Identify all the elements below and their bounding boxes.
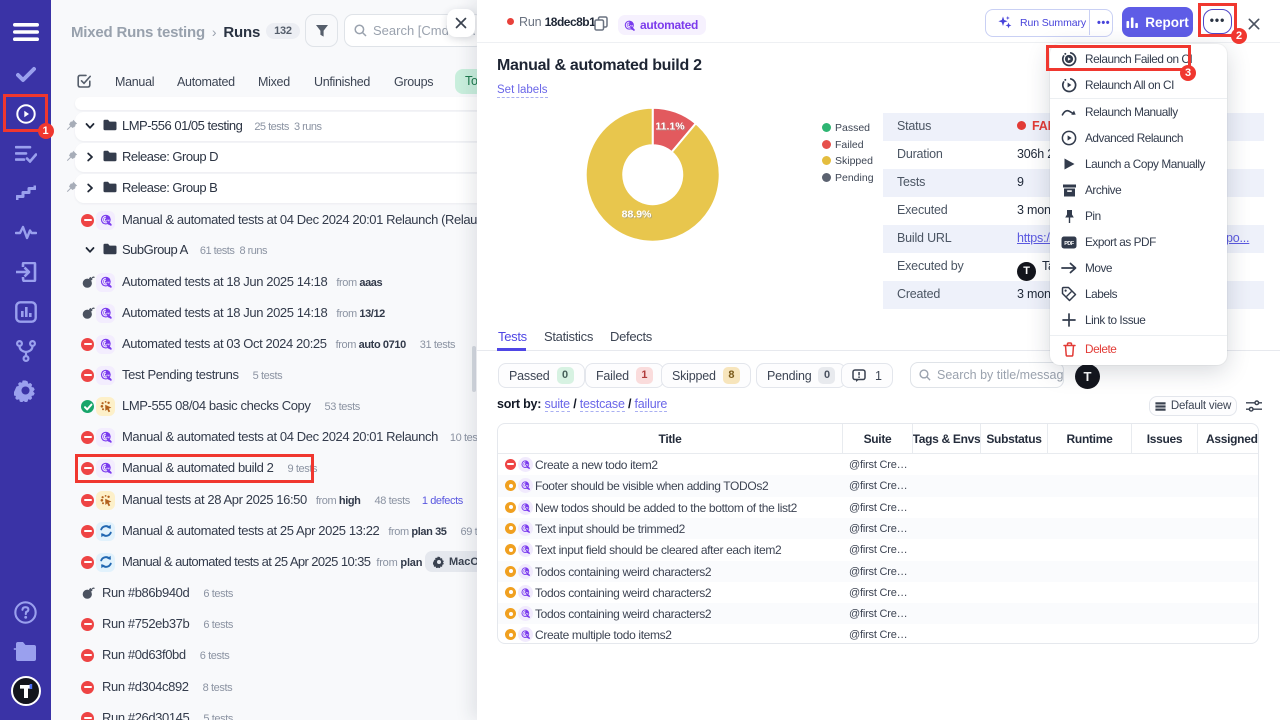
svg-text:88.9%: 88.9% bbox=[622, 209, 652, 221]
svg-text:PDF: PDF bbox=[1064, 241, 1075, 247]
svg-text:11.1%: 11.1% bbox=[655, 121, 685, 133]
